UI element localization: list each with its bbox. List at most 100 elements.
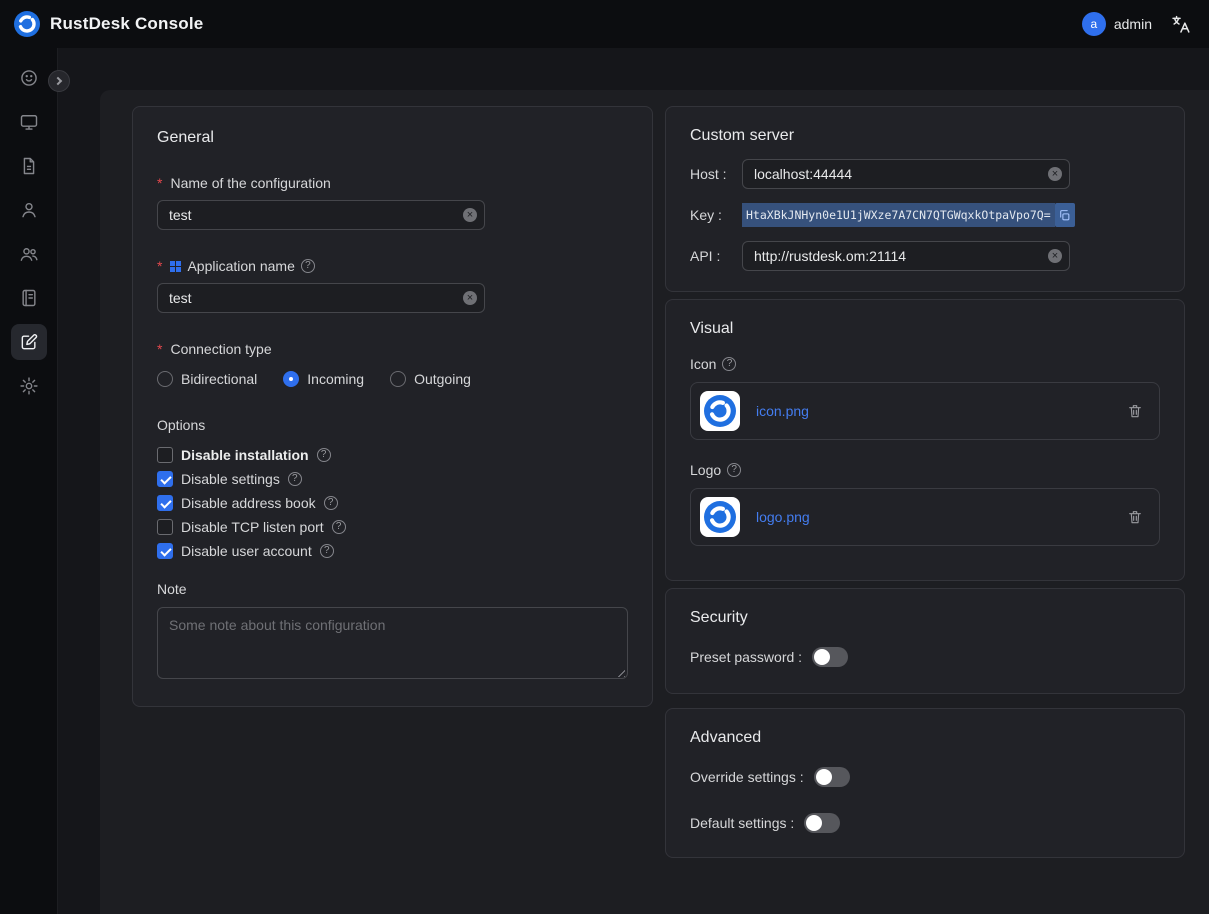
users-icon bbox=[19, 244, 39, 264]
sidebar-item-logs[interactable] bbox=[11, 280, 47, 316]
clear-name-icon[interactable]: × bbox=[463, 208, 477, 222]
help-icon[interactable]: ? bbox=[320, 544, 334, 558]
sidebar-item-configurations[interactable] bbox=[11, 324, 47, 360]
help-icon[interactable]: ? bbox=[288, 472, 302, 486]
preset-password-toggle[interactable] bbox=[812, 647, 848, 667]
help-icon[interactable]: ? bbox=[317, 448, 331, 462]
override-settings-label: Override settings : bbox=[690, 769, 804, 785]
advanced-title: Advanced bbox=[690, 729, 1160, 747]
help-icon[interactable]: ? bbox=[722, 357, 736, 371]
app-name-label: * Application name ? bbox=[157, 258, 628, 274]
gear-icon bbox=[19, 376, 39, 396]
logo-file-box: logo.png bbox=[690, 488, 1160, 546]
clear-host-icon[interactable]: × bbox=[1048, 167, 1062, 181]
required-asterisk: * bbox=[157, 175, 162, 191]
checkbox-disable-installation[interactable]: Disable installation ? bbox=[157, 447, 628, 463]
clear-app-name-icon[interactable]: × bbox=[463, 291, 477, 305]
user-menu[interactable]: a admin bbox=[1082, 12, 1152, 36]
checkbox-disable-user-account[interactable]: Disable user account ? bbox=[157, 543, 628, 559]
smiley-icon bbox=[19, 68, 39, 88]
general-card: General * Name of the configuration × * … bbox=[132, 106, 653, 707]
user-name: admin bbox=[1114, 16, 1152, 32]
help-icon[interactable]: ? bbox=[727, 463, 741, 477]
checkbox-icon bbox=[157, 543, 173, 559]
sidebar bbox=[0, 48, 58, 914]
name-label: * Name of the configuration bbox=[157, 175, 628, 191]
brand: RustDesk Console bbox=[14, 11, 203, 37]
radio-circle-icon bbox=[390, 371, 406, 387]
sidebar-expand-button[interactable] bbox=[48, 70, 70, 92]
help-icon[interactable]: ? bbox=[301, 259, 315, 273]
connection-type-label: * Connection type bbox=[157, 341, 628, 357]
app-name-input[interactable] bbox=[157, 283, 485, 313]
windows-icon bbox=[170, 261, 181, 272]
clear-api-icon[interactable]: × bbox=[1048, 249, 1062, 263]
main-area: General * Name of the configuration × * … bbox=[58, 48, 1209, 914]
radio-circle-icon bbox=[283, 371, 299, 387]
rustdesk-logo-icon bbox=[14, 11, 40, 37]
chevron-right-icon bbox=[54, 77, 62, 85]
app-title: RustDesk Console bbox=[50, 14, 203, 34]
default-settings-label: Default settings : bbox=[690, 815, 794, 831]
sidebar-item-settings[interactable] bbox=[11, 368, 47, 404]
checkbox-icon bbox=[157, 471, 173, 487]
help-icon[interactable]: ? bbox=[332, 520, 346, 534]
security-title: Security bbox=[690, 609, 1160, 627]
radio-circle-icon bbox=[157, 371, 173, 387]
api-label: API : bbox=[690, 248, 742, 264]
key-value: HtaXBkJNHyn0e1U1jWXze7A7CN7QTGWqxkOtpaVp… bbox=[742, 203, 1055, 227]
sidebar-item-devices[interactable] bbox=[11, 104, 47, 140]
logo-label: Logo ? bbox=[690, 462, 1160, 478]
edit-icon bbox=[19, 332, 39, 352]
sidebar-item-groups[interactable] bbox=[11, 236, 47, 272]
delete-icon-trash-icon[interactable] bbox=[1127, 403, 1143, 419]
required-asterisk: * bbox=[157, 341, 162, 357]
radio-bidirectional[interactable]: Bidirectional bbox=[157, 371, 257, 387]
delete-logo-trash-icon[interactable] bbox=[1127, 509, 1143, 525]
preset-password-label: Preset password : bbox=[690, 649, 802, 665]
advanced-card: Advanced Override settings : Default set… bbox=[665, 708, 1185, 858]
key-field: HtaXBkJNHyn0e1U1jWXze7A7CN7QTGWqxkOtpaVp… bbox=[742, 203, 1075, 227]
user-icon bbox=[19, 200, 39, 220]
logo-preview bbox=[700, 497, 740, 537]
override-settings-toggle[interactable] bbox=[814, 767, 850, 787]
help-icon[interactable]: ? bbox=[324, 496, 338, 510]
logo-file-link[interactable]: logo.png bbox=[756, 509, 810, 525]
avatar[interactable]: a bbox=[1082, 12, 1106, 36]
security-card: Security Preset password : bbox=[665, 588, 1185, 694]
checkbox-icon bbox=[157, 519, 173, 535]
checkbox-disable-tcp-listen-port[interactable]: Disable TCP listen port ? bbox=[157, 519, 628, 535]
content-panel: General * Name of the configuration × * … bbox=[100, 90, 1209, 914]
key-label: Key : bbox=[690, 207, 742, 223]
icon-file-box: icon.png bbox=[690, 382, 1160, 440]
sidebar-item-documents[interactable] bbox=[11, 148, 47, 184]
radio-incoming[interactable]: Incoming bbox=[283, 371, 364, 387]
sidebar-item-user[interactable] bbox=[11, 192, 47, 228]
checkbox-icon bbox=[157, 495, 173, 511]
custom-server-card: Custom server Host : × Key : HtaXBkJNHyn… bbox=[665, 106, 1185, 292]
note-textarea[interactable] bbox=[157, 607, 628, 679]
host-input[interactable] bbox=[742, 159, 1070, 189]
config-name-input[interactable] bbox=[157, 200, 485, 230]
general-title: General bbox=[157, 129, 628, 147]
language-switcher-icon[interactable] bbox=[1170, 14, 1191, 35]
checkbox-icon bbox=[157, 447, 173, 463]
default-settings-toggle[interactable] bbox=[804, 813, 840, 833]
icon-label: Icon ? bbox=[690, 356, 1160, 372]
visual-card: Visual Icon ? icon.png bbox=[665, 299, 1185, 581]
monitor-icon bbox=[19, 112, 39, 132]
radio-outgoing[interactable]: Outgoing bbox=[390, 371, 471, 387]
note-label: Note bbox=[157, 581, 628, 597]
icon-file-link[interactable]: icon.png bbox=[756, 403, 809, 419]
document-icon bbox=[19, 156, 39, 176]
checkbox-disable-address-book[interactable]: Disable address book ? bbox=[157, 495, 628, 511]
copy-icon[interactable] bbox=[1055, 203, 1075, 227]
top-bar: RustDesk Console a admin bbox=[0, 0, 1209, 48]
visual-title: Visual bbox=[690, 320, 1160, 338]
checkbox-disable-settings[interactable]: Disable settings ? bbox=[157, 471, 628, 487]
sidebar-item-dashboard[interactable] bbox=[11, 60, 47, 96]
api-input[interactable] bbox=[742, 241, 1070, 271]
journal-icon bbox=[19, 288, 39, 308]
required-asterisk: * bbox=[157, 258, 162, 274]
host-label: Host : bbox=[690, 166, 742, 182]
